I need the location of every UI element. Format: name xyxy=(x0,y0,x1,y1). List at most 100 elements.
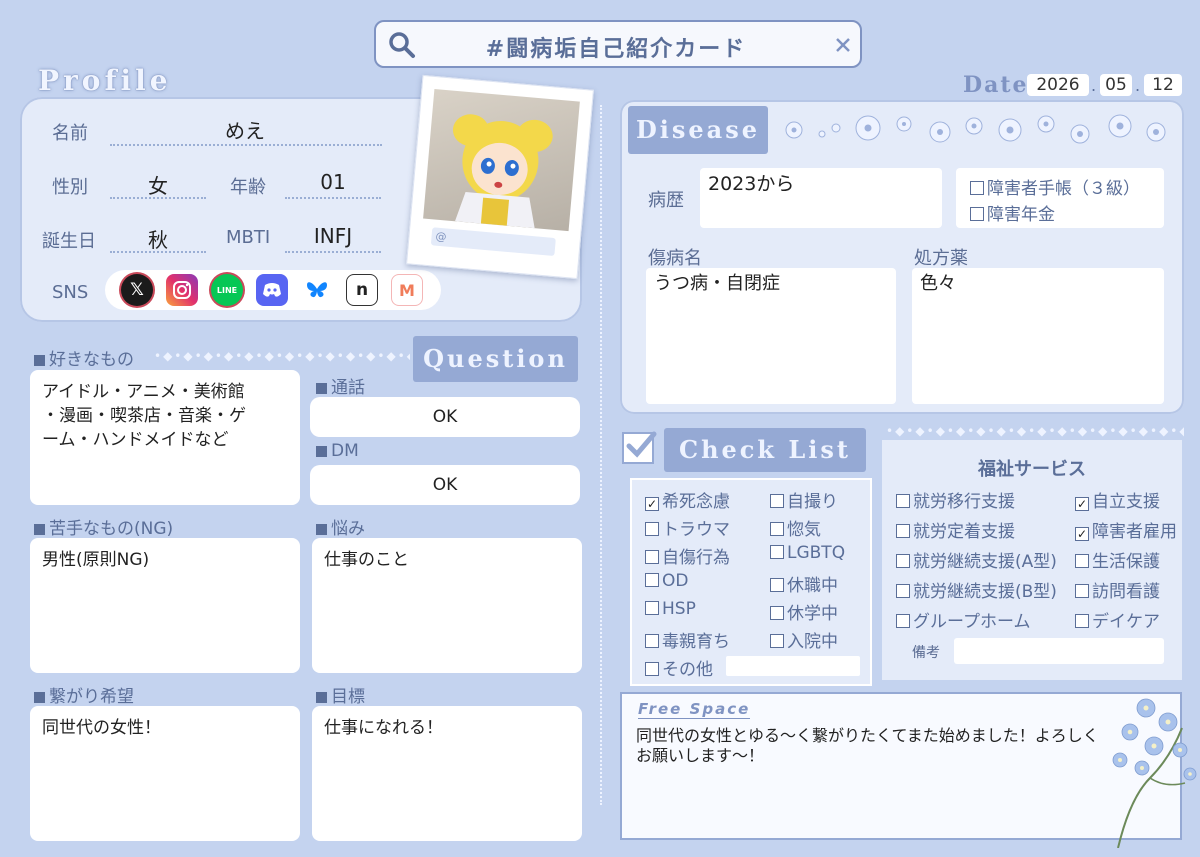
check-item[interactable]: 就労定着支援 xyxy=(896,517,1015,542)
check-item[interactable]: ✓ 希死念慮 xyxy=(645,487,730,512)
profile-photo-frame: @ xyxy=(406,74,594,280)
checkbox[interactable] xyxy=(645,573,659,587)
gender-label: 性別 xyxy=(52,177,88,198)
gender-underline xyxy=(110,197,206,199)
worries-label: 悩み xyxy=(316,514,365,539)
checkbox[interactable] xyxy=(1075,554,1089,568)
checkbox[interactable] xyxy=(1075,584,1089,598)
checkbox[interactable]: ✓ xyxy=(645,497,659,511)
instagram-icon[interactable] xyxy=(166,274,198,306)
check-label: 休職中 xyxy=(787,576,838,596)
photo-caption: @ xyxy=(430,227,556,257)
checkbox[interactable] xyxy=(896,584,910,598)
check-item[interactable]: 就労継続支援(A型) xyxy=(896,547,1057,572)
check-item[interactable]: 就労継続支援(B型) xyxy=(896,577,1057,602)
checkbox[interactable] xyxy=(896,554,910,568)
likes-text: アイドル・アニメ・美術館 ・漫画・喫茶店・音楽・ゲ ーム・ハンドメイドなど xyxy=(42,382,246,450)
check-item[interactable]: 毒親育ち xyxy=(645,627,730,652)
check-item[interactable]: 自傷行為 xyxy=(645,543,730,568)
check-item[interactable]: ✓ 障害者雇用 xyxy=(1075,517,1177,542)
checkbox[interactable] xyxy=(770,494,784,508)
close-icon[interactable] xyxy=(834,36,852,54)
discord-icon[interactable] xyxy=(256,274,288,306)
check-item[interactable]: 訪問看護 xyxy=(1075,577,1160,602)
mbti-underline xyxy=(285,251,381,253)
date-sep-1: . xyxy=(1091,76,1097,95)
name-value: めえ xyxy=(225,119,265,143)
check-label: 就労移行支援 xyxy=(913,492,1015,512)
check-item[interactable]: 休学中 xyxy=(770,599,838,624)
notebook-check[interactable]: 障害者手帳（３級） xyxy=(970,174,1140,199)
check-item[interactable]: 自撮り xyxy=(770,487,838,512)
check-item[interactable]: 生活保護 xyxy=(1075,547,1160,572)
checkbox[interactable] xyxy=(1075,614,1089,628)
check-label: 休学中 xyxy=(787,604,838,624)
other-input[interactable] xyxy=(726,656,860,676)
call-value: OK xyxy=(432,407,458,427)
check-item[interactable]: 惚気 xyxy=(770,515,821,540)
check-label: 入院中 xyxy=(787,632,838,652)
misskey-icon[interactable]: M xyxy=(391,274,423,306)
meds-text: 色々 xyxy=(920,273,956,294)
search-title: #闘病垢自己紹介カード xyxy=(485,37,747,62)
checkbox[interactable] xyxy=(645,662,659,676)
checkbox[interactable] xyxy=(770,606,784,620)
date-label: Date xyxy=(963,72,1029,98)
check-item[interactable]: 入院中 xyxy=(770,627,838,652)
checkbox[interactable] xyxy=(645,550,659,564)
checkbox[interactable] xyxy=(896,524,910,538)
checkbox[interactable] xyxy=(770,545,784,559)
check-item[interactable]: その他 xyxy=(645,655,713,680)
dm-value: OK xyxy=(432,475,458,495)
column-divider xyxy=(600,105,602,805)
check-item[interactable]: グループホーム xyxy=(896,607,1030,632)
check-item[interactable]: 就労移行支援 xyxy=(896,487,1015,512)
check-item[interactable]: LGBTQ xyxy=(770,543,845,563)
check-label: グループホーム xyxy=(913,612,1031,632)
profile-heading: Profile xyxy=(38,64,172,97)
checkbox[interactable] xyxy=(645,634,659,648)
goal-label: 目標 xyxy=(316,682,365,707)
check-label: 惚気 xyxy=(787,520,821,540)
photo-caption-text: @ xyxy=(435,229,448,244)
diagnosis-text: うつ病・自閉症 xyxy=(654,273,780,294)
sns-label: SNS xyxy=(52,282,89,303)
line-icon[interactable]: LINE xyxy=(211,274,243,306)
dislikes-box: 男性(原則NG) xyxy=(30,538,300,673)
check-item[interactable]: OD xyxy=(645,571,688,591)
check-item[interactable]: HSP xyxy=(645,599,696,619)
bluesky-icon[interactable] xyxy=(301,274,333,306)
flower-garland xyxy=(780,112,1176,148)
check-label: 自立支援 xyxy=(1092,492,1160,512)
goal-box: 仕事になれる！ xyxy=(312,706,582,841)
check-item[interactable]: ✓ 自立支援 xyxy=(1075,487,1160,512)
checkbox[interactable] xyxy=(770,578,784,592)
avatar xyxy=(452,114,553,229)
age-label: 年齢 xyxy=(230,177,266,198)
call-box: OK xyxy=(310,397,580,437)
certificate-box: 障害者手帳（３級） 障害年金 xyxy=(956,168,1164,228)
checkbox[interactable] xyxy=(896,494,910,508)
check-label: 自傷行為 xyxy=(662,548,730,568)
note-icon[interactable]: n xyxy=(346,274,378,306)
checkbox[interactable] xyxy=(645,522,659,536)
check-label: OD xyxy=(662,571,689,591)
diagnosis-label: 傷病名 xyxy=(648,248,702,269)
search-bar[interactable]: #闘病垢自己紹介カード xyxy=(374,20,862,68)
birthday-label: 誕生日 xyxy=(42,231,96,252)
search-icon[interactable] xyxy=(388,31,416,59)
check-item[interactable]: デイケア xyxy=(1075,607,1160,632)
checkbox[interactable] xyxy=(896,614,910,628)
notes-input[interactable] xyxy=(954,638,1164,664)
question-heading: Question xyxy=(413,336,578,382)
checkbox[interactable]: ✓ xyxy=(1075,527,1089,541)
check-item[interactable]: トラウマ xyxy=(645,515,730,540)
checkbox[interactable] xyxy=(770,522,784,536)
checkbox[interactable]: ✓ xyxy=(1075,497,1089,511)
checkbox[interactable] xyxy=(770,634,784,648)
pension-check[interactable]: 障害年金 xyxy=(970,200,1055,225)
check-item[interactable]: 休職中 xyxy=(770,571,838,596)
x-icon[interactable]: 𝕏 xyxy=(121,274,153,306)
checkbox[interactable] xyxy=(645,601,659,615)
welfare-title: 福祉サービス xyxy=(978,459,1086,480)
